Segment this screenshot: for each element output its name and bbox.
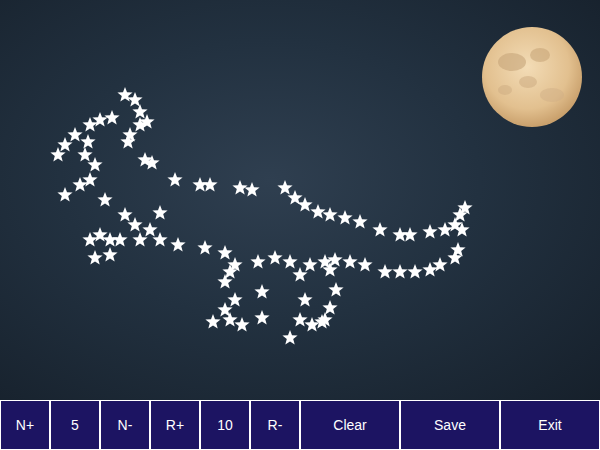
star-icon <box>104 110 119 125</box>
star-icon <box>132 232 147 247</box>
star-icon <box>450 242 465 257</box>
star-icon <box>447 250 462 265</box>
star-icon <box>292 312 307 327</box>
star-icon <box>402 227 417 242</box>
star-icon <box>112 232 127 247</box>
star-icon <box>120 134 135 149</box>
star-icon <box>328 282 343 297</box>
star-icon <box>152 205 167 220</box>
star-icon <box>127 92 142 107</box>
value-display: 10 <box>200 400 250 450</box>
star-icon <box>322 300 337 315</box>
star-icon <box>337 210 352 225</box>
star-icon <box>152 232 167 247</box>
star-icon <box>282 254 297 269</box>
star-icon <box>72 177 87 192</box>
star-icon <box>170 237 185 252</box>
star-icon <box>392 264 407 279</box>
star-icon <box>277 180 292 195</box>
star-icon <box>144 155 159 170</box>
star-icon <box>342 254 357 269</box>
star-icon <box>132 104 147 119</box>
moon-icon <box>482 27 582 127</box>
star-icon <box>407 264 422 279</box>
star-icon <box>197 240 212 255</box>
star-icon <box>287 190 302 205</box>
star-icon <box>322 207 337 222</box>
star-icon <box>432 257 447 272</box>
star-icon <box>244 182 259 197</box>
star-icon <box>297 197 312 212</box>
star-figure <box>50 87 472 345</box>
toolbar: N+5N-R+10R-ClearSaveExit <box>0 400 600 450</box>
star-icon <box>67 127 82 142</box>
star-icon <box>80 134 95 149</box>
star-icon <box>422 224 437 239</box>
star-icon <box>232 180 247 195</box>
app-window: N+5N-R+10R-ClearSaveExit <box>0 0 600 450</box>
star-icon <box>87 157 102 172</box>
value-display: 5 <box>50 400 100 450</box>
star-icon <box>205 314 220 329</box>
star-icon <box>102 247 117 262</box>
star-icon <box>202 177 217 192</box>
star-icon <box>117 207 132 222</box>
star-icon <box>234 317 249 332</box>
star-icon <box>167 172 182 187</box>
star-icon <box>217 274 232 289</box>
star-icon <box>304 317 319 332</box>
star-icon <box>222 312 237 327</box>
star-icon <box>254 310 269 325</box>
star-icon <box>352 214 367 229</box>
star-icon <box>310 204 325 219</box>
star-icon <box>302 257 317 272</box>
star-icon <box>267 250 282 265</box>
toolbar-button[interactable]: R- <box>250 400 300 450</box>
star-icon <box>142 222 157 237</box>
star-icon <box>357 257 372 272</box>
star-icon <box>217 245 232 260</box>
star-icon <box>57 187 72 202</box>
toolbar-button[interactable]: Clear <box>300 400 400 450</box>
star-icon <box>297 292 312 307</box>
toolbar-button[interactable]: Save <box>400 400 500 450</box>
star-icon <box>457 200 472 215</box>
star-icon <box>127 217 142 232</box>
star-icon <box>87 250 102 265</box>
toolbar-button[interactable]: Exit <box>500 400 600 450</box>
sky-drawing <box>0 0 600 400</box>
star-icon <box>372 222 387 237</box>
star-icon <box>317 312 332 327</box>
drawing-canvas[interactable] <box>0 0 600 400</box>
star-icon <box>292 267 307 282</box>
star-icon <box>250 254 265 269</box>
star-icon <box>282 330 297 345</box>
star-icon <box>254 284 269 299</box>
star-icon <box>77 147 92 162</box>
toolbar-button[interactable]: N- <box>100 400 150 450</box>
star-icon <box>227 292 242 307</box>
star-icon <box>97 192 112 207</box>
toolbar-button[interactable]: R+ <box>150 400 200 450</box>
star-icon <box>92 112 107 127</box>
star-icon <box>377 264 392 279</box>
star-icon <box>454 222 469 237</box>
star-icon <box>322 262 337 277</box>
toolbar-button[interactable]: N+ <box>0 400 50 450</box>
star-icon <box>57 137 72 152</box>
